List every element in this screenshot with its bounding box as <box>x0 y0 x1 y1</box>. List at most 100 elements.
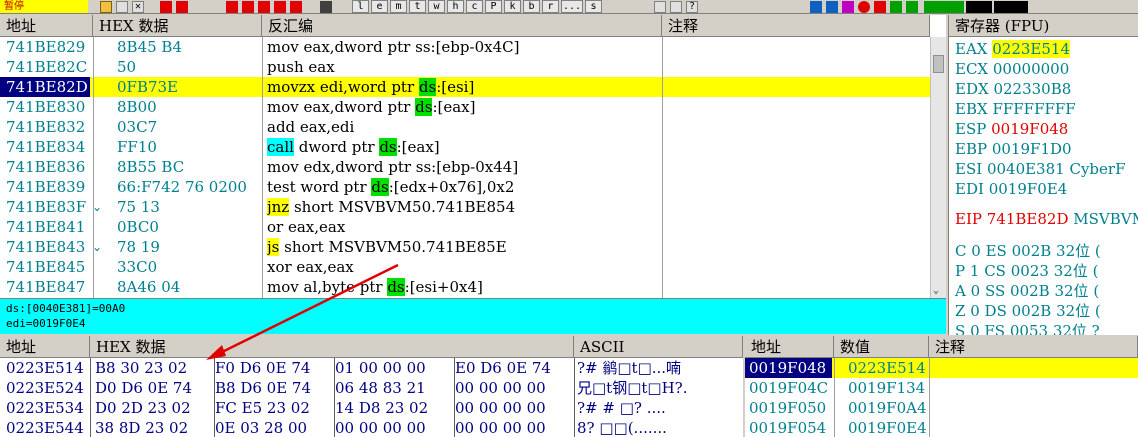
disasm-header-disassembly[interactable]: 反汇编 <box>262 15 662 37</box>
disasm-row[interactable]: 741BE843 ⌄ 78 19 js short MSVBVM50.741BE85E <box>0 237 930 257</box>
register-row-eip[interactable]: EIP 741BE82D MSVBVM <box>955 209 1138 229</box>
trace-into-icon[interactable] <box>258 1 270 13</box>
flag-value[interactable]: 0 <box>971 282 981 300</box>
register-row[interactable]: ESI 0040E381 CyberF <box>955 159 1126 179</box>
toolbar-button-4[interactable]: w <box>428 0 445 13</box>
toolbar-button-6[interactable]: c <box>466 0 483 13</box>
stack-pane[interactable]: 地址 数值 注释 0019F048 0223E514 0019F04C 0019F13… <box>745 336 1138 437</box>
flag-row[interactable]: S 0 FS 0053 32位 ? <box>955 321 1100 335</box>
register-row[interactable]: EDX 022330B8 <box>955 79 1071 99</box>
flag-value[interactable]: 0 <box>971 242 981 260</box>
flag-row[interactable]: Z 0 DS 002B 32位 ( <box>955 301 1101 321</box>
stack-row[interactable]: 0019F04C 0019F134 <box>745 378 1138 398</box>
step-into-icon[interactable] <box>226 1 238 13</box>
disasm-row[interactable]: 741BE845 33C0 xor eax,eax <box>0 257 930 277</box>
plugin-icon-3[interactable] <box>842 1 854 13</box>
plugin-icon-8[interactable] <box>924 1 964 13</box>
disasm-scrollbar[interactable]: ⌄ <box>930 37 946 298</box>
disasm-row[interactable]: 741BE841 0BC0 or eax,eax <box>0 217 930 237</box>
disasm-row[interactable]: 741BE82D 0FB73E movzx edi,word ptr ds:[esi… <box>0 77 930 97</box>
stack-row[interactable]: 0019F048 0223E514 <box>745 358 1138 378</box>
disasm-scroll-thumb[interactable] <box>933 55 944 73</box>
toolbar-button-2[interactable]: m <box>390 0 407 13</box>
disasm-row[interactable]: 741BE83F ⌄ 75 13 jnz short MSVBVM50.741BE85… <box>0 197 930 217</box>
toolbar-button-0[interactable]: l <box>352 0 369 13</box>
toolbar-button-9[interactable]: b <box>523 0 540 13</box>
disasm-row[interactable]: 741BE82C 50 push eax <box>0 57 930 77</box>
toolbar-button-12[interactable]: s <box>585 0 602 13</box>
help-icon[interactable]: ? <box>686 1 698 13</box>
stack-header-comment[interactable]: 注释 <box>929 336 1138 358</box>
goto-icon[interactable] <box>320 1 332 13</box>
register-value[interactable]: 0019F0E4 <box>989 180 1068 198</box>
register-row[interactable]: EAX 0223E514 <box>955 39 1071 59</box>
disasm-row[interactable]: 741BE847 8A46 04 mov al,byte ptr ds:[esi+0… <box>0 277 930 297</box>
flag-row[interactable]: P 1 CS 0023 32位 ( <box>955 261 1098 281</box>
plugin-icon-6[interactable] <box>890 1 902 13</box>
registers-pane[interactable]: 寄存器 (FPU) EAX 0223E514 ECX 00000000 EDX 02… <box>948 15 1138 335</box>
plugin-icon-5[interactable] <box>874 1 886 13</box>
toolbar-button-10[interactable]: r <box>542 0 559 13</box>
plugin-icon-2[interactable] <box>826 1 838 13</box>
stack-row[interactable]: 0019F054 0019F0E4 <box>745 418 1138 437</box>
stack-row[interactable]: 0019F050 0019F0A4 <box>745 398 1138 418</box>
disasm-row[interactable]: 741BE834 FF10 call dword ptr ds:[eax] <box>0 137 930 157</box>
options-icon[interactable] <box>670 1 682 13</box>
toolbar-button-11[interactable]: ... <box>561 0 583 13</box>
register-value[interactable]: 0223E514 <box>992 40 1071 58</box>
disasm-row[interactable]: 741BE839 66:F742 76 0200 test word ptr ds:… <box>0 177 930 197</box>
execute-till-return-icon[interactable] <box>290 1 302 13</box>
trace-over-icon[interactable] <box>274 1 286 13</box>
register-value[interactable]: FFFFFFFF <box>992 100 1075 118</box>
register-row[interactable]: ESP 0019F048 <box>955 119 1068 139</box>
stack-header-address[interactable]: 地址 <box>745 336 834 358</box>
register-value[interactable]: 0019F048 <box>991 120 1068 138</box>
flag-value[interactable]: 0 <box>970 302 980 320</box>
pause-icon[interactable] <box>176 1 188 13</box>
list-icon[interactable] <box>654 1 666 13</box>
register-value[interactable]: 0019F1D0 <box>992 140 1072 158</box>
register-row[interactable]: ECX 00000000 <box>955 59 1069 79</box>
plugin-icon-10[interactable] <box>994 1 1028 13</box>
register-value[interactable]: 022330B8 <box>993 80 1071 98</box>
disassembly-pane[interactable]: 地址 HEX 数据 反汇编 注释 741BE829 8B45 B4 mov eax,… <box>0 15 946 298</box>
disasm-row[interactable]: 741BE830 8B00 mov eax,dword ptr ds:[eax] <box>0 97 930 117</box>
flag-value[interactable]: 0 <box>970 322 980 335</box>
dump-header-ascii[interactable]: ASCII <box>574 336 743 358</box>
stack-header-value[interactable]: 数值 <box>834 336 929 358</box>
plugin-icon-7[interactable] <box>906 1 918 13</box>
dump-header-hex[interactable]: HEX 数据 <box>90 336 574 358</box>
dump-header-address[interactable]: 地址 <box>0 336 90 358</box>
register-value[interactable]: 00000000 <box>993 60 1069 78</box>
dump-row[interactable]: 0223E534 D0 2D 23 02 FC E5 23 02 14 D8 23 0… <box>0 398 743 418</box>
register-row[interactable]: EBP 0019F1D0 <box>955 139 1072 159</box>
run-icon[interactable] <box>160 1 172 13</box>
plugin-icon-1[interactable] <box>810 1 822 13</box>
flag-row[interactable]: C 0 ES 002B 32位 ( <box>955 241 1101 261</box>
plugin-icon-4[interactable] <box>858 1 870 13</box>
open-icon[interactable] <box>100 1 112 13</box>
toolbar-button-3[interactable]: t <box>409 0 426 13</box>
close-icon[interactable]: ✕ <box>132 1 144 13</box>
register-value[interactable]: 0040E381 <box>987 160 1065 178</box>
toolbar-button-5[interactable]: h <box>447 0 464 13</box>
chevron-down-icon[interactable]: ⌄ <box>933 285 939 296</box>
plugin-icon-9[interactable] <box>966 1 992 13</box>
flag-row[interactable]: A 0 SS 002B 32位 ( <box>955 281 1099 301</box>
disasm-row[interactable]: 741BE832 03C7 add eax,edi <box>0 117 930 137</box>
disasm-row[interactable]: 741BE836 8B55 BC mov edx,dword ptr ss:[ebp… <box>0 157 930 177</box>
disasm-header-address[interactable]: 地址 <box>0 15 93 37</box>
disasm-header-hex[interactable]: HEX 数据 <box>93 15 262 37</box>
dump-row[interactable]: 0223E524 D0 D6 0E 74 B8 D6 0E 74 06 48 83 2… <box>0 378 743 398</box>
step-over-icon[interactable] <box>242 1 254 13</box>
dump-row[interactable]: 0223E514 B8 30 23 02 F0 D6 0E 74 01 00 00 0… <box>0 358 743 378</box>
memory-dump-pane[interactable]: 地址 HEX 数据 ASCII 0223E514 B8 30 23 02 F0 D6… <box>0 336 743 437</box>
toolbar-button-7[interactable]: P <box>485 0 502 13</box>
restart-icon[interactable] <box>116 1 128 13</box>
register-row[interactable]: EBX FFFFFFFF <box>955 99 1076 119</box>
disasm-header-comment[interactable]: 注释 <box>662 15 930 37</box>
flag-value[interactable]: 1 <box>970 262 980 280</box>
register-value[interactable]: 741BE82D <box>987 210 1069 228</box>
disasm-row[interactable]: 741BE829 8B45 B4 mov eax,dword ptr ss:[ebp… <box>0 37 930 57</box>
register-row[interactable]: EDI 0019F0E4 <box>955 179 1067 199</box>
